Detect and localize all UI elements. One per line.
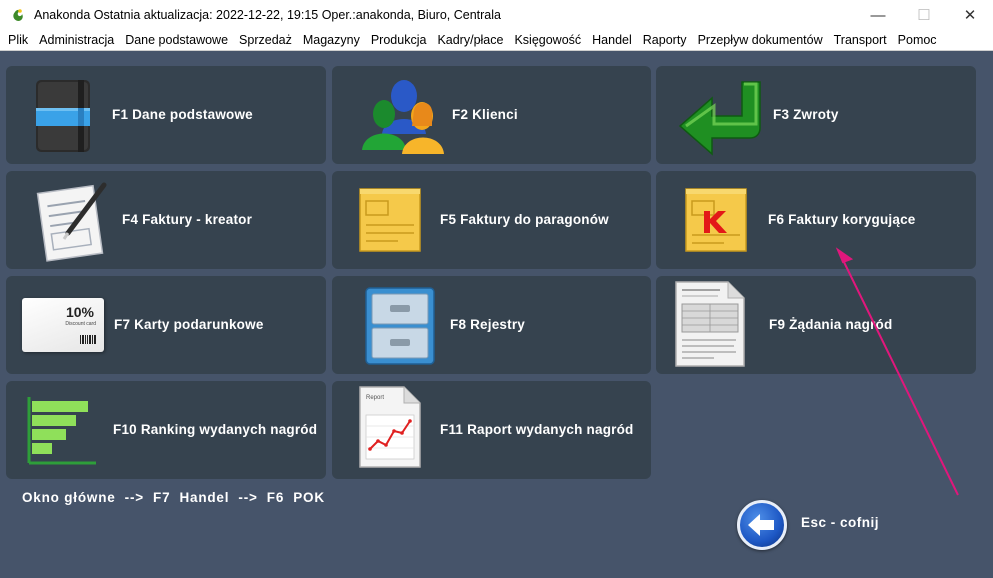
tile-label: F3 Zwroty (773, 107, 839, 122)
title-bar: Anakonda Ostatnia aktualizacja: 2022-12-… (0, 0, 993, 30)
tile-f3-zwroty[interactable]: F3 Zwroty (656, 66, 976, 164)
tile-f2-klienci[interactable]: F2 Klienci (332, 66, 651, 164)
menu-raporty[interactable]: Raporty (638, 33, 693, 47)
back-button[interactable] (737, 500, 787, 550)
menu-administracja[interactable]: Administracja (34, 33, 120, 47)
window-title: Anakonda Ostatnia aktualizacja: 2022-12-… (34, 8, 501, 22)
minimize-button[interactable]: — (855, 0, 901, 30)
gift-card-icon: 10% Discount card (22, 298, 104, 352)
tile-label: F1 Dane podstawowe (112, 107, 253, 122)
menu-kadry-place[interactable]: Kadry/płace (432, 33, 509, 47)
menu-bar: Plik Administracja Dane podstawowe Sprze… (0, 30, 993, 50)
anakonda-logo-icon (10, 7, 26, 23)
tile-label: F8 Rejestry (450, 317, 525, 332)
tile-f9-zadania-nagrod[interactable]: F9 Żądania nagród (656, 276, 976, 374)
tile-label: F10 Ranking wydanych nagród (113, 422, 318, 437)
menu-plik[interactable]: Plik (3, 33, 34, 47)
people-icon (360, 74, 444, 163)
back-label: Esc - cofnij (801, 515, 880, 530)
report-document-icon (674, 280, 746, 373)
breadcrumb: Okno główne --> F7 Handel --> F6 POK (22, 490, 325, 505)
tile-label: F9 Żądania nagród (769, 317, 893, 332)
yellow-document-icon (358, 187, 422, 258)
tile-label: F5 Faktury do paragonów (440, 212, 609, 227)
menu-sprzedaz[interactable]: Sprzedaż (234, 33, 298, 47)
menu-dane-podstawowe[interactable]: Dane podstawowe (120, 33, 234, 47)
filing-cabinet-icon (364, 286, 436, 371)
tile-f6-faktury-korygujace[interactable]: F6 Faktury korygujące (656, 171, 976, 269)
menu-ksiegowosc[interactable]: Księgowość (509, 33, 587, 47)
arrow-left-icon (748, 514, 774, 536)
tile-f4-faktury-kreator[interactable]: F4 Faktury - kreator (6, 171, 326, 269)
gift-card-percent: 10% (65, 304, 94, 320)
menu-produkcja[interactable]: Produkcja (366, 33, 433, 47)
notebook-icon (34, 78, 96, 159)
tile-label: F6 Faktury korygujące (768, 212, 916, 227)
close-button[interactable]: ✕ (947, 0, 993, 30)
maximize-button[interactable]: ☐ (901, 0, 947, 30)
report-thumb-title: Report (366, 395, 385, 401)
gift-card-caption: Discount card (65, 321, 96, 327)
tile-label: F4 Faktury - kreator (122, 212, 253, 227)
bar-ranking-icon (26, 397, 98, 470)
tile-f10-ranking-wydanych-nagrod[interactable]: F10 Ranking wydanych nagród (6, 381, 326, 479)
tile-label: F7 Karty podarunkowe (114, 317, 264, 332)
barcode-icon (80, 335, 96, 344)
tile-label: F11 Raport wydanych nagród (440, 422, 634, 437)
menu-handel[interactable]: Handel (587, 33, 638, 47)
tile-f8-rejestry[interactable]: F8 Rejestry (332, 276, 651, 374)
menu-transport[interactable]: Transport (829, 33, 893, 47)
menu-pomoc[interactable]: Pomoc (893, 33, 943, 47)
menu-przeplyw-dokumentow[interactable]: Przepływ dokumentów (693, 33, 829, 47)
tile-f1-dane-podstawowe[interactable]: F1 Dane podstawowe (6, 66, 326, 164)
document-pen-icon (34, 181, 112, 268)
line-report-icon: Report (358, 385, 422, 469)
tile-f7-karty-podarunkowe[interactable]: 10% Discount card F7 Karty podarunkowe (6, 276, 326, 374)
tile-label: F2 Klienci (452, 107, 518, 122)
correction-document-icon (684, 187, 748, 258)
tile-f11-raport-wydanych-nagrod[interactable]: Report F11 Raport wydanych nagród (332, 381, 651, 479)
tile-f5-faktury-do-paragonow[interactable]: F5 Faktury do paragonów (332, 171, 651, 269)
return-arrow-icon (678, 80, 768, 161)
menu-magazyny[interactable]: Magazyny (298, 33, 366, 47)
